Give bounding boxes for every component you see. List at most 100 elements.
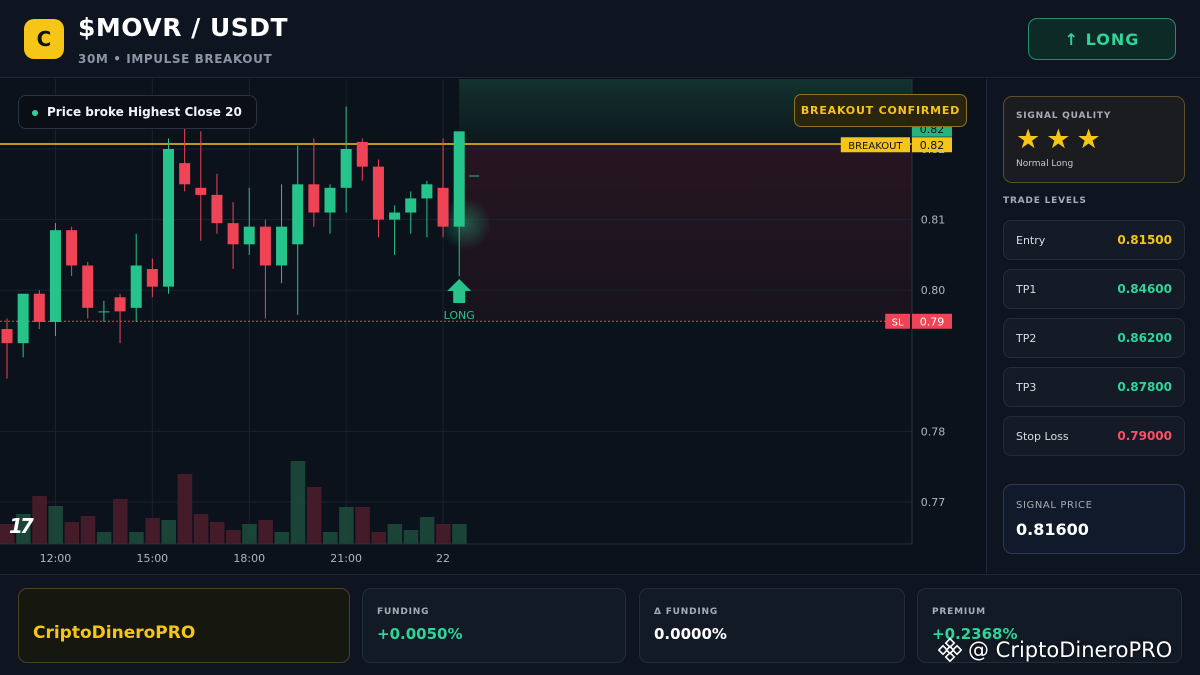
y-tick-label: 0.77 bbox=[921, 496, 946, 509]
volume-bar bbox=[258, 520, 273, 544]
trade-level-value: 0.81500 bbox=[1117, 233, 1172, 247]
signal-quality-card: SIGNAL QUALITY ★ ★ ★ Normal Long bbox=[1003, 96, 1185, 183]
volume-bar bbox=[323, 532, 338, 544]
volume-bar bbox=[209, 522, 225, 544]
x-tick-label: 12:00 bbox=[40, 552, 72, 565]
volume-bar bbox=[113, 499, 128, 544]
delta-funding-label: Δ FUNDING bbox=[654, 607, 719, 617]
binance-icon bbox=[938, 638, 962, 662]
delta-funding-value: 0.0000% bbox=[654, 625, 727, 643]
candle-body bbox=[437, 187, 449, 227]
candle-body bbox=[227, 223, 239, 245]
coin-logo: C bbox=[24, 19, 64, 59]
signal-sidebar: SIGNAL QUALITY ★ ★ ★ Normal Long TRADE L… bbox=[986, 79, 1200, 573]
volume-bar bbox=[452, 524, 467, 544]
price-chart[interactable]: LONG 0.82 0.81 0.80 0.78 0.77 12:00 15:00 18:00 2… bbox=[0, 79, 985, 573]
candle-body bbox=[276, 226, 288, 266]
volume-bar bbox=[96, 532, 112, 544]
volume-bar bbox=[339, 507, 354, 544]
funding-label: FUNDING bbox=[377, 607, 430, 617]
candle-body bbox=[372, 166, 384, 220]
candle-body bbox=[163, 149, 174, 287]
candle-body bbox=[146, 269, 158, 287]
candle-body bbox=[114, 297, 126, 312]
volume-bar bbox=[355, 507, 370, 544]
volume-bar bbox=[177, 474, 193, 544]
trade-level-tp2: TP2 0.86200 bbox=[1003, 318, 1185, 358]
volume-bar bbox=[436, 524, 451, 544]
header: C $MOVR / USDT 30M • IMPULSE BREAKOUT ↑ … bbox=[0, 0, 1200, 78]
pair-title: $MOVR / USDT bbox=[78, 13, 289, 42]
signal-pill-text: Price broke Highest Close 20 bbox=[47, 105, 242, 119]
candle-body bbox=[405, 198, 417, 213]
trade-level-name: Entry bbox=[1016, 234, 1046, 247]
candle-body bbox=[324, 187, 336, 213]
trade-level-name: TP1 bbox=[1016, 283, 1037, 296]
volume-bar bbox=[48, 506, 63, 544]
funding-value: +0.0050% bbox=[377, 625, 463, 643]
volume-bar bbox=[290, 461, 306, 544]
long-direction-button[interactable]: ↑ LONG bbox=[1028, 18, 1176, 60]
trade-level-value: 0.87800 bbox=[1117, 380, 1172, 394]
trade-level-stop-loss: Stop Loss 0.79000 bbox=[1003, 416, 1185, 456]
candle-body bbox=[33, 293, 45, 322]
long-marker-label: LONG bbox=[444, 309, 475, 322]
volume-bar bbox=[80, 516, 96, 544]
price-tag-value: 0.79 bbox=[920, 315, 945, 328]
price-tag-value: 0.82 bbox=[920, 139, 945, 152]
trade-level-tp1: TP1 0.84600 bbox=[1003, 269, 1185, 309]
volume-bar bbox=[387, 524, 403, 544]
trade-level-entry: Entry 0.81500 bbox=[1003, 220, 1185, 260]
star-rating: ★ ★ ★ bbox=[1016, 125, 1101, 155]
star-icon: ★ bbox=[1046, 124, 1071, 155]
x-tick-label: 18:00 bbox=[233, 552, 265, 565]
volume-bar bbox=[193, 514, 209, 544]
trade-level-value: 0.86200 bbox=[1117, 331, 1172, 345]
candle-body bbox=[421, 184, 433, 199]
candle-body bbox=[1, 329, 13, 344]
y-tick-label: 0.80 bbox=[921, 284, 946, 297]
price-tag-label: SL bbox=[892, 317, 904, 328]
signal-price-card: SIGNAL PRICE 0.81600 bbox=[1003, 484, 1185, 554]
signal-price-value: 0.81600 bbox=[1016, 520, 1089, 539]
signal-pill: Price broke Highest Close 20 bbox=[18, 95, 257, 129]
volume-bar bbox=[419, 517, 435, 544]
candle-body bbox=[356, 141, 368, 167]
trade-level-name: Stop Loss bbox=[1016, 430, 1069, 443]
trade-levels-label: TRADE LEVELS bbox=[1003, 196, 1087, 206]
trade-level-value: 0.84600 bbox=[1117, 282, 1172, 296]
signal-quality-label: SIGNAL QUALITY bbox=[1016, 111, 1112, 121]
trade-level-name: TP2 bbox=[1016, 332, 1037, 345]
signal-quality-note: Normal Long bbox=[1016, 159, 1074, 169]
price-tag-label: BREAKOUT bbox=[848, 141, 903, 152]
candle-body bbox=[130, 265, 142, 308]
candle-body bbox=[243, 226, 255, 245]
candle-body bbox=[259, 226, 271, 266]
candlestick-chart-svg[interactable]: LONG 0.82 0.81 0.80 0.78 0.77 12:00 15:00 18:00 2… bbox=[0, 79, 985, 573]
candle-body bbox=[82, 265, 94, 308]
volume-bar bbox=[32, 496, 47, 544]
star-icon: ★ bbox=[1016, 124, 1041, 155]
trade-level-value: 0.79000 bbox=[1117, 429, 1172, 443]
timeframe-subtitle: 30M • IMPULSE BREAKOUT bbox=[78, 52, 273, 66]
candle-body bbox=[49, 230, 61, 322]
candle-body bbox=[179, 163, 191, 185]
chart-provider-logo[interactable]: 17 bbox=[9, 514, 34, 538]
candle-body bbox=[195, 187, 207, 195]
breakout-confirmed-badge: BREAKOUT CONFIRMED bbox=[794, 94, 967, 127]
candle-body bbox=[66, 230, 78, 266]
volume-bar bbox=[242, 524, 257, 544]
candle-body bbox=[308, 184, 320, 213]
brand-card: CriptoDineroPRO bbox=[18, 588, 350, 663]
x-tick-label: 21:00 bbox=[330, 552, 362, 565]
trade-level-tp3: TP3 0.87800 bbox=[1003, 367, 1185, 407]
watermark: @ CriptoDineroPRO bbox=[938, 637, 1172, 663]
status-dot bbox=[32, 110, 38, 116]
candle-body bbox=[292, 184, 304, 245]
volume-bar bbox=[274, 532, 290, 544]
trade-level-name: TP3 bbox=[1016, 381, 1037, 394]
volume-bar bbox=[161, 520, 176, 544]
candle-body bbox=[389, 212, 401, 220]
watermark-text: @ CriptoDineroPRO bbox=[968, 638, 1173, 662]
volume-bar bbox=[129, 532, 144, 544]
